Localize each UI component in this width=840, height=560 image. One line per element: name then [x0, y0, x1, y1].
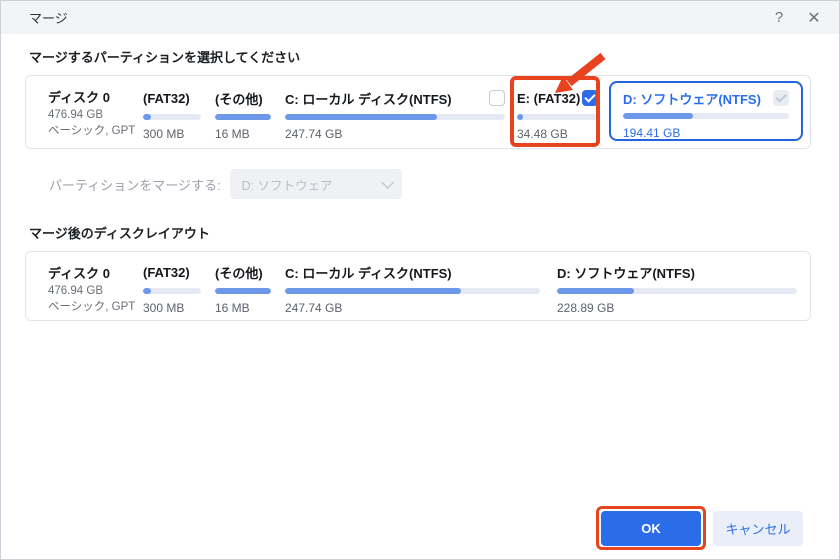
partition-size: 16 MB [215, 301, 250, 315]
merge-target-row: パーティションをマージする: D: ソフトウェア [49, 169, 402, 199]
partition-size: 16 MB [215, 127, 250, 141]
usage-bar [623, 113, 789, 119]
disk-name: ディスク 0 [48, 266, 110, 281]
disk-type: ベーシック, GPT [48, 301, 136, 313]
disk-size: 476.94 GB [48, 285, 103, 297]
chevron-down-icon [380, 175, 394, 189]
result-partition-d: D: ソフトウェア(NTFS) 228.89 GB [557, 252, 797, 320]
titlebar: マージ [1, 1, 839, 34]
merge-target-select[interactable]: D: ソフトウェア [229, 169, 402, 199]
result-partition-fat32-system: (FAT32) 300 MB [143, 252, 201, 320]
source-disk-info: ディスク 0 476.94 GB ベーシック, GPT [48, 76, 143, 148]
partition-size: 194.41 GB [623, 126, 681, 140]
partition-label: E: (FAT32) [517, 90, 581, 106]
result-partition-c: C: ローカル ディスク(NTFS) 247.74 GB [285, 252, 540, 320]
usage-bar [517, 114, 597, 120]
ok-button[interactable]: OK [601, 511, 701, 546]
partition-c[interactable]: C: ローカル ディスク(NTFS) 247.74 GB [285, 76, 505, 148]
dialog-title: マージ [29, 11, 68, 26]
result-partition-other: (その他) 16 MB [215, 252, 271, 320]
merge-dialog: マージ ? ✕ マージするパーティションを選択してください ディスク 0 476… [0, 0, 840, 560]
partition-label: D: ソフトウェア(NTFS) [557, 265, 695, 281]
partition-d-checkbox [773, 90, 789, 106]
partition-c-checkbox[interactable] [489, 90, 505, 106]
merge-target-value: D: ソフトウェア [241, 178, 333, 193]
partition-label: C: ローカル ディスク(NTFS) [285, 91, 452, 107]
usage-bar [215, 114, 271, 120]
result-disk-info: ディスク 0 476.94 GB ベーシック, GPT [48, 252, 143, 320]
partition-size: 300 MB [143, 301, 185, 315]
disk-size: 476.94 GB [48, 109, 103, 121]
partition-size: 300 MB [143, 127, 185, 141]
source-disk-panel: ディスク 0 476.94 GB ベーシック, GPT (FAT32) 300 … [25, 75, 811, 149]
disk-name: ディスク 0 [48, 90, 110, 105]
partition-other[interactable]: (その他) 16 MB [215, 76, 271, 148]
result-disk-panel: ディスク 0 476.94 GB ベーシック, GPT (FAT32) 300 … [25, 251, 811, 321]
usage-bar [285, 288, 540, 294]
partition-fat32-system[interactable]: (FAT32) 300 MB [143, 76, 201, 148]
partition-label: (FAT32) [143, 90, 190, 106]
usage-bar [557, 288, 797, 294]
merge-target-label: パーティションをマージする: [49, 177, 221, 193]
partition-size: 247.74 GB [285, 127, 343, 141]
cancel-button[interactable]: キャンセル [713, 511, 803, 546]
help-icon[interactable]: ? [764, 1, 794, 34]
disk-type: ベーシック, GPT [48, 125, 136, 137]
partition-label: (その他) [215, 91, 263, 107]
partition-size: 34.48 GB [517, 127, 568, 141]
partition-label: C: ローカル ディスク(NTFS) [285, 265, 452, 281]
partition-label: (その他) [215, 265, 263, 281]
partition-e-checkbox[interactable] [582, 90, 599, 106]
partition-label: (FAT32) [143, 264, 190, 280]
partition-size: 228.89 GB [557, 301, 615, 315]
partition-label: D: ソフトウェア(NTFS) [623, 91, 761, 107]
usage-bar [143, 114, 201, 120]
close-icon[interactable]: ✕ [799, 1, 829, 34]
partition-d[interactable]: D: ソフトウェア(NTFS) 194.41 GB [609, 81, 803, 141]
usage-bar [143, 288, 201, 294]
select-partitions-label: マージするパーティションを選択してください [29, 50, 301, 65]
layout-after-merge-label: マージ後のディスクレイアウト [29, 226, 210, 241]
usage-bar [215, 288, 271, 294]
partition-size: 247.74 GB [285, 301, 343, 315]
partition-e[interactable]: E: (FAT32) 34.48 GB [517, 76, 599, 148]
usage-bar [285, 114, 505, 120]
